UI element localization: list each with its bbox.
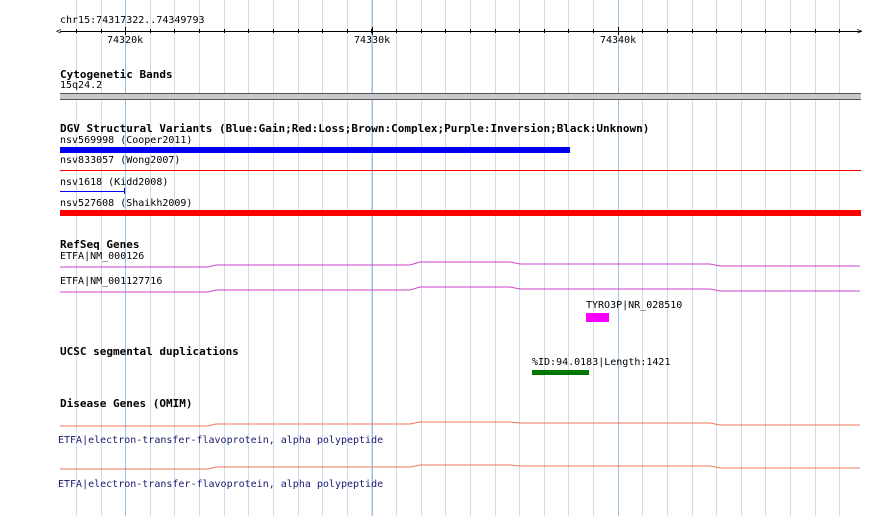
omim-gene-line[interactable]: [60, 420, 862, 430]
grid-line: [692, 0, 693, 516]
grid-line: [716, 0, 717, 516]
ruler-minor-tick: [642, 29, 643, 33]
grid-line: [642, 0, 643, 516]
omim-gene-link[interactable]: ETFA|electron-transfer-flavoprotein, alp…: [58, 479, 383, 491]
ruler-tick-label: 74340k: [600, 35, 637, 46]
grid-line-major: [618, 0, 619, 516]
ruler-left-arrow-icon: <: [56, 27, 62, 37]
ruler-minor-tick: [76, 29, 77, 33]
ruler-minor-tick: [396, 29, 397, 33]
ruler-minor-tick: [273, 29, 274, 33]
grid-line: [421, 0, 422, 516]
variant-line-gain[interactable]: [60, 191, 125, 192]
grid-line: [667, 0, 668, 516]
variant-bar-loss[interactable]: [60, 210, 861, 216]
genome-browser-view: chr15:74317322..74349793 < > 74320k 7433…: [0, 0, 890, 516]
ruler-minor-tick: [790, 29, 791, 33]
variant-label: nsv569998 (Cooper2011): [60, 135, 193, 146]
gene-box-tyro3p[interactable]: [586, 313, 609, 322]
ruler-minor-tick: [544, 29, 545, 33]
ruler-minor-tick: [692, 29, 693, 33]
ruler-minor-tick: [322, 29, 323, 33]
ruler-minor-tick: [150, 29, 151, 33]
dgv-track-title: DGV Structural Variants (Blue:Gain;Red:L…: [60, 122, 650, 135]
ruler-major-tick: [125, 27, 126, 35]
ruler-minor-tick: [199, 29, 200, 33]
omim-gene-line[interactable]: [60, 463, 862, 473]
segdup-bar[interactable]: [532, 370, 589, 375]
ruler-minor-tick: [519, 29, 520, 33]
variant-end-mark: [124, 188, 125, 194]
segdup-label: %ID:94.0183|Length:1421: [532, 357, 671, 368]
grid-line: [815, 0, 816, 516]
ruler-major-tick: [618, 27, 619, 35]
ruler-minor-tick: [347, 29, 348, 33]
ruler-tick-label: 74330k: [354, 35, 391, 46]
ruler-major-tick: [372, 27, 373, 35]
ruler-minor-tick: [667, 29, 668, 33]
cytoband-bar[interactable]: [60, 93, 861, 100]
omim-track-title: Disease Genes (OMIM): [60, 397, 193, 410]
ruler-minor-tick: [470, 29, 471, 33]
ruler-minor-tick: [495, 29, 496, 33]
ruler-minor-tick: [839, 29, 840, 33]
grid-line: [741, 0, 742, 516]
variant-line-loss[interactable]: [60, 170, 861, 171]
ruler-minor-tick: [815, 29, 816, 33]
ruler-minor-tick: [593, 29, 594, 33]
ruler-minor-tick: [101, 29, 102, 33]
ruler-minor-tick: [765, 29, 766, 33]
variant-label: nsv1618 (Kidd2008): [60, 177, 169, 188]
grid-line: [470, 0, 471, 516]
grid-line: [519, 0, 520, 516]
gene-label: TYRO3P|NR_028510: [586, 300, 683, 311]
grid-line: [568, 0, 569, 516]
variant-label: nsv833057 (Wong2007): [60, 155, 181, 166]
segdup-track-title: UCSC segmental duplications: [60, 345, 239, 358]
grid-line: [445, 0, 446, 516]
grid-line: [593, 0, 594, 516]
ruler-minor-tick: [445, 29, 446, 33]
location-label: chr15:74317322..74349793: [60, 15, 205, 26]
ruler-minor-tick: [298, 29, 299, 33]
gene-model-etfa-1[interactable]: [60, 259, 862, 271]
refseq-track-title: RefSeq Genes: [60, 238, 140, 251]
grid-line: [839, 0, 840, 516]
grid-line: [495, 0, 496, 516]
ruler-minor-tick: [568, 29, 569, 33]
ruler-tick-label: 74320k: [107, 35, 144, 46]
variant-label: nsv527608 (Shaikh2009): [60, 198, 193, 209]
ruler-minor-tick: [421, 29, 422, 33]
omim-gene-link[interactable]: ETFA|electron-transfer-flavoprotein, alp…: [58, 435, 383, 447]
ruler-right-arrow-icon: >: [857, 27, 863, 37]
grid-line: [765, 0, 766, 516]
gene-model-etfa-2[interactable]: [60, 284, 862, 296]
ruler-minor-tick: [224, 29, 225, 33]
cytoband-label: 15q24.2: [60, 80, 103, 91]
ruler-minor-tick: [716, 29, 717, 33]
grid-line: [396, 0, 397, 516]
ruler-minor-tick: [741, 29, 742, 33]
ruler-minor-tick: [248, 29, 249, 33]
grid-line: [544, 0, 545, 516]
variant-bar-gain[interactable]: [60, 147, 570, 153]
ruler-minor-tick: [174, 29, 175, 33]
grid-line: [790, 0, 791, 516]
